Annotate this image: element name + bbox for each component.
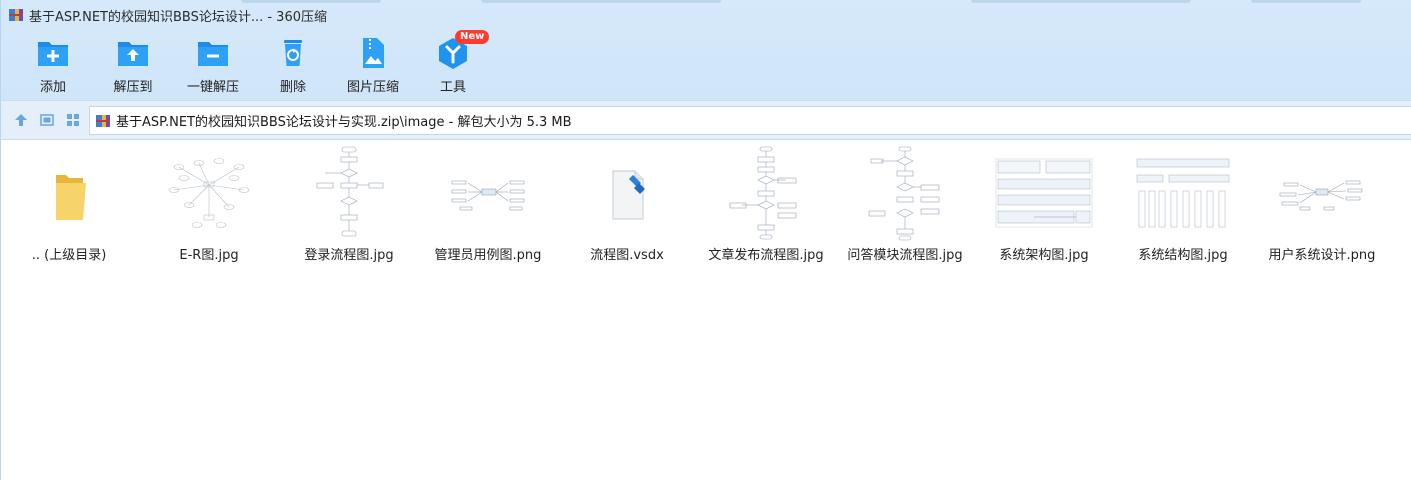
file-name: 用户系统设计.png bbox=[1268, 248, 1376, 263]
app-window: 基于ASP.NET的校园知识BBS论坛设计... - 360压缩 添加 解压到 … bbox=[0, 0, 1411, 480]
usecase-thumbnail bbox=[1272, 145, 1372, 241]
er-diagram-thumbnail bbox=[159, 145, 259, 241]
file-item-parent-folder[interactable]: .. (上级目录) bbox=[1, 142, 137, 272]
image-compress-button[interactable]: 图片压缩 bbox=[333, 36, 413, 95]
window-title: 基于ASP.NET的校园知识BBS论坛设计... - 360压缩 bbox=[29, 9, 327, 25]
file-name: .. (上级目录) bbox=[31, 248, 107, 263]
file-item-article-flowchart[interactable]: 文章发布流程图.jpg bbox=[698, 142, 834, 272]
visio-file-icon bbox=[577, 145, 677, 241]
file-name: 流程图.vsdx bbox=[590, 248, 664, 263]
zip-archive-icon bbox=[95, 113, 111, 129]
architecture-thumbnail bbox=[994, 145, 1094, 241]
file-item-architecture[interactable]: 系统架构图.jpg bbox=[976, 142, 1112, 272]
file-item-login-flowchart[interactable]: 登录流程图.jpg bbox=[281, 142, 417, 272]
flowchart-thumbnail bbox=[855, 145, 955, 241]
toolbar: 添加 解压到 一键解压 删除 图片压缩 工具 New bbox=[1, 30, 1411, 98]
address-path: 基于ASP.NET的校园知识BBS论坛设计与实现.zip\image - 解包大… bbox=[116, 115, 572, 130]
usecase-thumbnail bbox=[438, 145, 538, 241]
file-name: E-R图.jpg bbox=[179, 248, 239, 263]
structure-thumbnail bbox=[1133, 145, 1233, 241]
trash-icon bbox=[276, 36, 310, 70]
one-click-extract-button[interactable]: 一键解压 bbox=[173, 36, 253, 95]
new-badge: New bbox=[455, 30, 490, 44]
file-name: 文章发布流程图.jpg bbox=[708, 248, 824, 263]
file-item-vsdx[interactable]: 流程图.vsdx bbox=[559, 142, 695, 272]
file-item-qa-flowchart[interactable]: 问答模块流程图.jpg bbox=[837, 142, 973, 272]
address-bar[interactable]: 基于ASP.NET的校园知识BBS论坛设计与实现.zip\image - 解包大… bbox=[89, 106, 1411, 135]
extract-to-icon bbox=[116, 36, 150, 70]
tools-button[interactable]: 工具 bbox=[413, 36, 493, 95]
file-item-user-system[interactable]: 用户系统设计.png bbox=[1254, 142, 1390, 272]
file-item-admin-usecase[interactable]: 管理员用例图.png bbox=[420, 142, 556, 272]
file-name: 登录流程图.jpg bbox=[304, 248, 394, 263]
file-list: .. (上级目录) E-R图.jpg 登录流程图.jpg 管理员用例图.png … bbox=[1, 142, 1411, 480]
360zip-app-icon bbox=[8, 7, 24, 23]
file-name: 问答模块流程图.jpg bbox=[847, 248, 963, 263]
add-folder-icon bbox=[36, 36, 70, 70]
file-item-er-diagram[interactable]: E-R图.jpg bbox=[141, 142, 277, 272]
file-name: 管理员用例图.png bbox=[434, 248, 542, 263]
view-grid-icon[interactable] bbox=[64, 111, 82, 129]
folder-icon bbox=[19, 145, 119, 241]
delete-button[interactable]: 删除 bbox=[253, 36, 333, 95]
header-band: 基于ASP.NET的校园知识BBS论坛设计... - 360压缩 添加 解压到 … bbox=[1, 0, 1411, 100]
flowchart-thumbnail bbox=[716, 145, 816, 241]
image-compress-icon bbox=[356, 36, 390, 70]
one-click-extract-icon bbox=[196, 36, 230, 70]
extract-to-button[interactable]: 解压到 bbox=[93, 36, 173, 95]
file-item-structure[interactable]: 系统结构图.jpg bbox=[1115, 142, 1251, 272]
up-arrow-icon[interactable] bbox=[12, 111, 30, 129]
add-button[interactable]: 添加 bbox=[13, 36, 93, 95]
navigation-bar: 基于ASP.NET的校园知识BBS论坛设计与实现.zip\image - 解包大… bbox=[1, 100, 1411, 140]
file-name: 系统架构图.jpg bbox=[999, 248, 1089, 263]
view-detail-icon[interactable] bbox=[38, 111, 56, 129]
file-name: 系统结构图.jpg bbox=[1138, 248, 1228, 263]
flowchart-thumbnail bbox=[299, 145, 399, 241]
title-bar[interactable]: 基于ASP.NET的校园知识BBS论坛设计... - 360压缩 bbox=[1, 0, 1411, 30]
